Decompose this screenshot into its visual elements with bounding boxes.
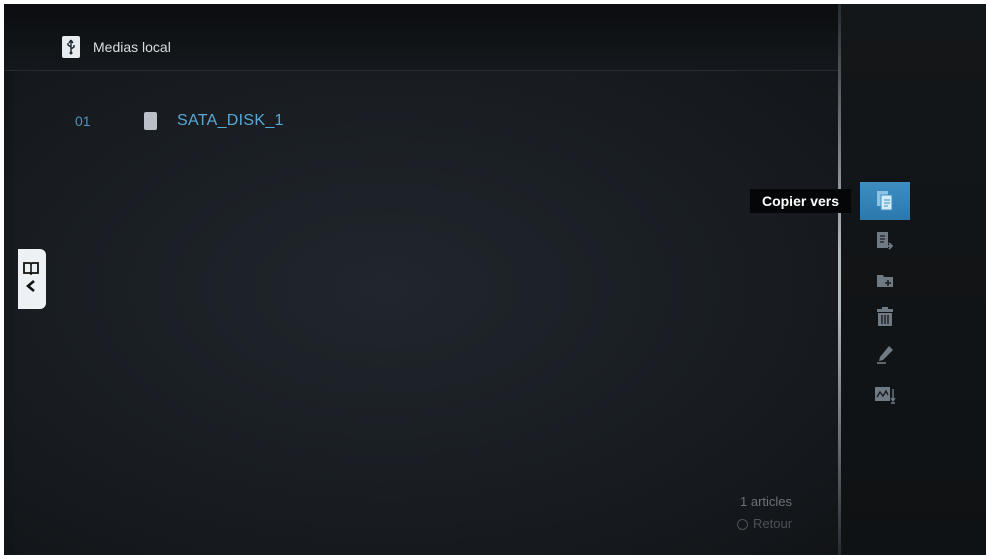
- back-key-icon: [737, 519, 748, 530]
- chevron-left-icon: [25, 279, 36, 297]
- move-to-icon: [874, 230, 896, 252]
- rename-icon: [874, 344, 896, 366]
- move-to-button[interactable]: [874, 230, 896, 252]
- sort-button[interactable]: [874, 384, 896, 406]
- trash-icon: [874, 306, 896, 328]
- page-title: Medias local: [93, 39, 171, 55]
- action-panel: [841, 4, 986, 555]
- list-item-index: 01: [75, 113, 91, 129]
- list-item-label: SATA_DISK_1: [177, 112, 284, 129]
- file-list-panel: [14, 71, 839, 555]
- action-tooltip: Copier vers: [750, 189, 851, 213]
- side-panel-toggle[interactable]: [18, 249, 46, 309]
- item-count: 1 articles: [740, 494, 793, 509]
- back-label: Retour: [753, 516, 793, 531]
- new-folder-button[interactable]: [874, 269, 896, 291]
- new-folder-icon: [874, 269, 896, 291]
- delete-button[interactable]: [874, 306, 896, 328]
- book-icon: [23, 261, 39, 280]
- sort-icon: [874, 384, 896, 406]
- disk-icon: [144, 112, 157, 130]
- usb-icon: [62, 36, 80, 58]
- screen: Medias local 01 SATA_DISK_1 Copier vers: [4, 4, 986, 555]
- back-button[interactable]: Retour: [737, 516, 792, 531]
- rename-button[interactable]: [874, 344, 896, 366]
- list-item[interactable]: 01 SATA_DISK_1: [64, 110, 564, 134]
- header-bar: Medias local: [4, 4, 839, 71]
- copy-to-button[interactable]: [860, 182, 910, 220]
